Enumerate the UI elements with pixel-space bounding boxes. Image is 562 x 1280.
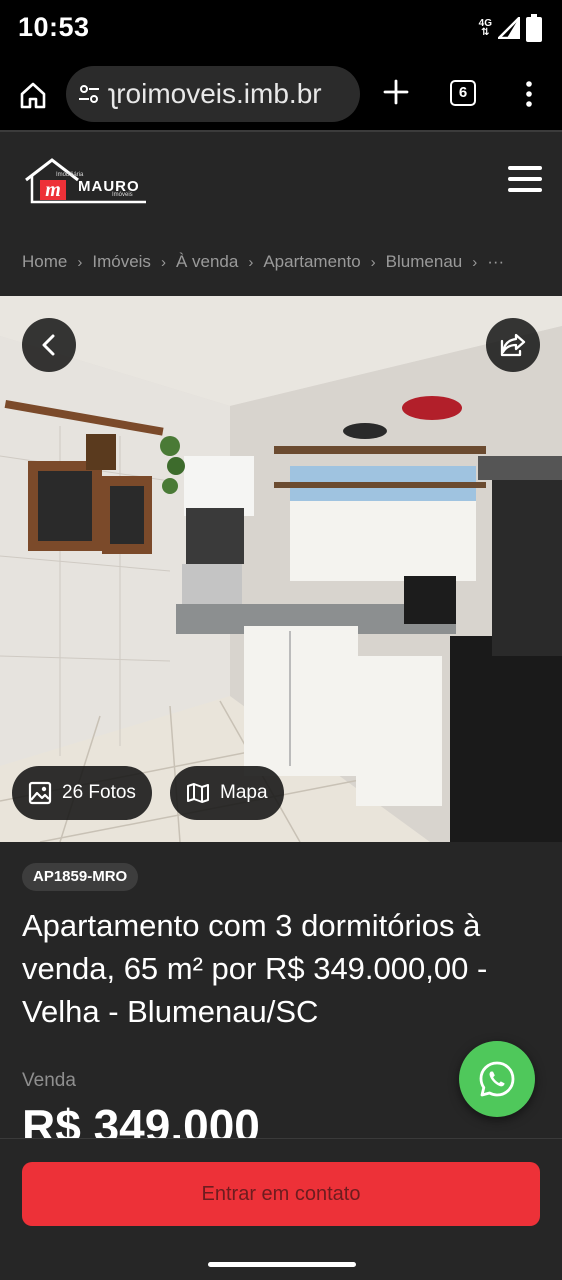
map-icon <box>187 783 209 803</box>
breadcrumb-blumenau[interactable]: Blumenau <box>386 252 463 272</box>
property-code-badge: AP1859-MRO <box>22 863 139 891</box>
map-button[interactable]: Mapa <box>170 766 284 820</box>
listing-title: Apartamento com 3 dormitórios à venda, 6… <box>22 908 488 1029</box>
svg-text:m: m <box>45 179 61 201</box>
breadcrumb-a-venda[interactable]: À venda <box>176 252 238 272</box>
whatsapp-icon <box>479 1061 515 1097</box>
network-type-icon: 4G ⇅ <box>478 18 492 38</box>
breadcrumb-home[interactable]: Home <box>22 252 67 272</box>
status-icons: 4G ⇅ <box>479 14 542 42</box>
contact-button[interactable]: Entrar em contato <box>22 1162 540 1226</box>
breadcrumb-imoveis[interactable]: Imóveis <box>92 252 151 272</box>
url-text[interactable]: ʅroimoveis.imb.br <box>110 78 322 110</box>
whatsapp-button[interactable] <box>459 1041 535 1117</box>
breadcrumb-separator: › <box>248 253 254 271</box>
sale-type-label: Venda <box>22 1070 76 1091</box>
new-tab-icon[interactable] <box>382 78 410 106</box>
more-options-icon[interactable] <box>522 80 536 108</box>
breadcrumb-separator: › <box>160 253 166 271</box>
bottom-action-bar: Entrar em contato <box>0 1138 562 1280</box>
signal-icon <box>498 17 520 39</box>
logo-subtitle: Imóveis <box>112 192 133 198</box>
site-header: m Imobiliária MAURO Imóveis <box>0 134 562 230</box>
share-icon <box>500 333 526 357</box>
photos-label: 26 Fotos <box>62 782 136 803</box>
chevron-left-icon <box>42 334 55 356</box>
breadcrumb-separator: › <box>472 253 478 271</box>
browser-toolbar: ʅroimoveis.imb.br 6 <box>0 56 562 132</box>
back-button[interactable] <box>22 318 76 372</box>
breadcrumb-apartamento[interactable]: Apartamento <box>263 252 360 272</box>
breadcrumb-more[interactable]: ··· <box>487 252 504 272</box>
status-bar: 10:53 4G ⇅ <box>0 0 562 56</box>
menu-icon[interactable] <box>508 166 542 196</box>
breadcrumb-separator: › <box>370 253 376 271</box>
map-label: Mapa <box>220 782 268 803</box>
status-time: 10:53 <box>18 12 90 42</box>
image-icon <box>28 781 52 805</box>
address-bar[interactable]: ʅroimoveis.imb.br <box>66 66 360 122</box>
gesture-home-indicator[interactable] <box>208 1262 356 1267</box>
listing-price: R$ 349.000 <box>22 1100 260 1140</box>
share-button[interactable] <box>486 318 540 372</box>
breadcrumb-separator: › <box>77 253 83 271</box>
battery-icon <box>526 14 542 42</box>
property-photo[interactable]: 26 Fotos Mapa <box>0 296 562 842</box>
tab-switcher-button[interactable]: 6 <box>450 80 476 106</box>
breadcrumb: Home › Imóveis › À venda › Apartamento ›… <box>22 252 504 272</box>
home-icon[interactable] <box>18 80 48 110</box>
kitchen-photo <box>0 296 562 842</box>
site-settings-icon[interactable] <box>78 83 100 105</box>
photos-button[interactable]: 26 Fotos <box>12 766 152 820</box>
site-logo[interactable]: m Imobiliária MAURO Imóveis <box>24 156 154 206</box>
